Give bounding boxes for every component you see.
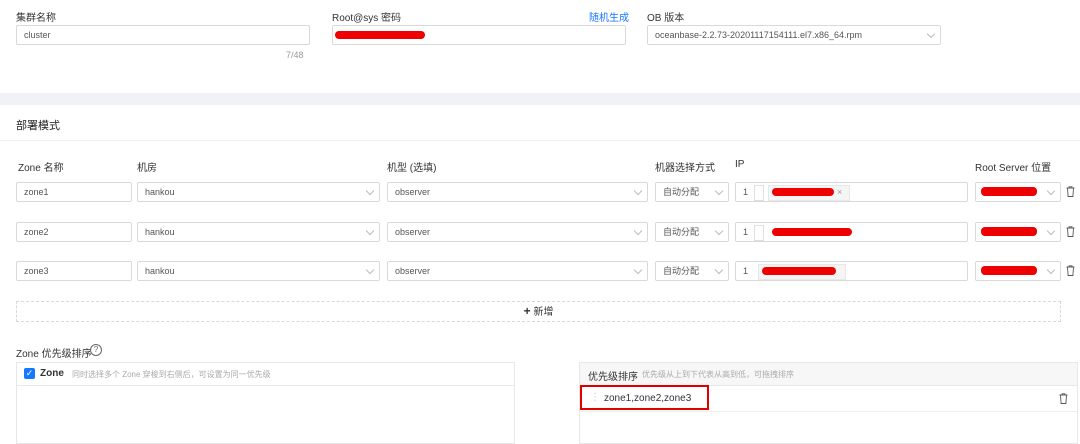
- root-server-select[interactable]: [975, 222, 1061, 242]
- panel-header: 优先级排序 优先级从上到下代表从高到低，可拖拽排序: [580, 363, 1077, 386]
- redaction-mark: [335, 31, 425, 39]
- version-select[interactable]: oceanbase-2.2.73-20201117154111.el7.x86_…: [647, 25, 941, 45]
- password-input[interactable]: [332, 25, 626, 45]
- stepper-arrows-icon[interactable]: [754, 185, 764, 201]
- deploy-section-title: 部署模式: [16, 120, 60, 132]
- chevron-down-icon: [633, 226, 643, 236]
- ip-select[interactable]: 1 ×: [735, 182, 968, 202]
- add-zone-label: 新增: [533, 307, 554, 318]
- trash-icon[interactable]: [1066, 186, 1075, 197]
- close-icon[interactable]: ×: [837, 183, 842, 201]
- ip-select[interactable]: 1: [735, 261, 968, 281]
- cluster-name-counter: 7/48: [286, 50, 304, 60]
- trash-icon[interactable]: [1066, 265, 1075, 276]
- priority-title: Zone 优先级排序: [16, 349, 92, 360]
- model-value: observer: [395, 266, 431, 276]
- redaction-mark: [762, 267, 836, 275]
- password-label: Root@sys 密码: [332, 13, 402, 24]
- idc-select[interactable]: hankou: [137, 182, 380, 202]
- chevron-down-icon: [714, 226, 724, 236]
- zone-header-hint: 同时选择多个 Zone 穿梭到右侧后，可设置为同一优先级: [72, 370, 271, 379]
- idc-value: hankou: [145, 227, 175, 237]
- select-mode-value: 自动分配: [663, 187, 700, 197]
- zone-source-panel: ✓ Zone 同时选择多个 Zone 穿梭到右侧后，可设置为同一优先级: [16, 362, 515, 444]
- redaction-mark: [981, 187, 1037, 196]
- model-select[interactable]: observer: [387, 222, 648, 242]
- add-zone-button[interactable]: + 新增: [16, 301, 1061, 322]
- idc-select[interactable]: hankou: [137, 261, 380, 281]
- chevron-down-icon: [926, 29, 936, 39]
- col-ip-header: IP: [735, 159, 745, 170]
- col-idc-header: 机房: [137, 163, 157, 174]
- select-all-checkbox[interactable]: ✓: [24, 368, 35, 379]
- chevron-down-icon: [1046, 226, 1056, 236]
- trash-icon[interactable]: [1066, 226, 1075, 237]
- redaction-mark: [981, 227, 1037, 236]
- panel-header: ✓ Zone 同时选择多个 Zone 穿梭到右侧后，可设置为同一优先级: [17, 363, 514, 386]
- cluster-name-label: 集群名称: [16, 13, 56, 24]
- cluster-name-input[interactable]: cluster: [16, 25, 310, 45]
- col-select-mode-header: 机器选择方式: [655, 163, 715, 174]
- section-separator: [0, 93, 1080, 105]
- ip-select[interactable]: 1: [735, 222, 968, 242]
- select-mode-select[interactable]: 自动分配: [655, 222, 729, 242]
- idc-value: hankou: [145, 266, 175, 276]
- priority-header-label: 优先级排序: [588, 372, 638, 383]
- col-root-server-header: Root Server 位置: [975, 163, 1052, 174]
- redaction-mark: [772, 228, 852, 236]
- chevron-down-icon: [365, 186, 375, 196]
- select-mode-value: 自动分配: [663, 227, 700, 237]
- plus-icon: +: [523, 304, 531, 318]
- zone-name-input[interactable]: zone3: [16, 261, 132, 281]
- select-mode-value: 自动分配: [663, 266, 700, 276]
- model-select[interactable]: observer: [387, 261, 648, 281]
- chevron-down-icon: [714, 265, 724, 275]
- priority-header-hint: 优先级从上到下代表从高到低，可拖拽排序: [642, 370, 794, 379]
- col-zone-header: Zone 名称: [18, 163, 64, 174]
- chevron-down-icon: [1046, 265, 1056, 275]
- idc-select[interactable]: hankou: [137, 222, 380, 242]
- chevron-down-icon: [1046, 186, 1056, 196]
- redaction-mark: [981, 266, 1037, 275]
- server-count-stepper[interactable]: 1: [743, 266, 748, 276]
- version-label: OB 版本: [647, 13, 685, 24]
- chevron-down-icon: [633, 265, 643, 275]
- version-value: oceanbase-2.2.73-20201117154111.el7.x86_…: [655, 30, 862, 40]
- zone-header-label: Zone: [40, 368, 64, 379]
- generate-password-link[interactable]: 随机生成: [589, 9, 629, 24]
- highlight-box: [580, 385, 709, 410]
- divider: [0, 140, 1080, 141]
- chevron-down-icon: [365, 226, 375, 236]
- chevron-down-icon: [633, 186, 643, 196]
- trash-icon[interactable]: [1059, 393, 1068, 404]
- idc-value: hankou: [145, 187, 175, 197]
- model-select[interactable]: observer: [387, 182, 648, 202]
- server-count-stepper[interactable]: 1: [743, 227, 748, 237]
- server-count-stepper[interactable]: 1: [743, 187, 748, 197]
- select-mode-select[interactable]: 自动分配: [655, 261, 729, 281]
- model-value: observer: [395, 227, 431, 237]
- chevron-down-icon: [365, 265, 375, 275]
- model-value: observer: [395, 187, 431, 197]
- stepper-arrows-icon[interactable]: [754, 225, 764, 241]
- zone-name-input[interactable]: zone1: [16, 182, 132, 202]
- col-model-header: 机型 (选填): [387, 163, 437, 174]
- root-server-select[interactable]: [975, 182, 1061, 202]
- select-mode-select[interactable]: 自动分配: [655, 182, 729, 202]
- help-icon[interactable]: ?: [90, 344, 102, 356]
- zone-name-input[interactable]: zone2: [16, 222, 132, 242]
- redaction-mark: [772, 188, 834, 196]
- root-server-select[interactable]: [975, 261, 1061, 281]
- chevron-down-icon: [714, 186, 724, 196]
